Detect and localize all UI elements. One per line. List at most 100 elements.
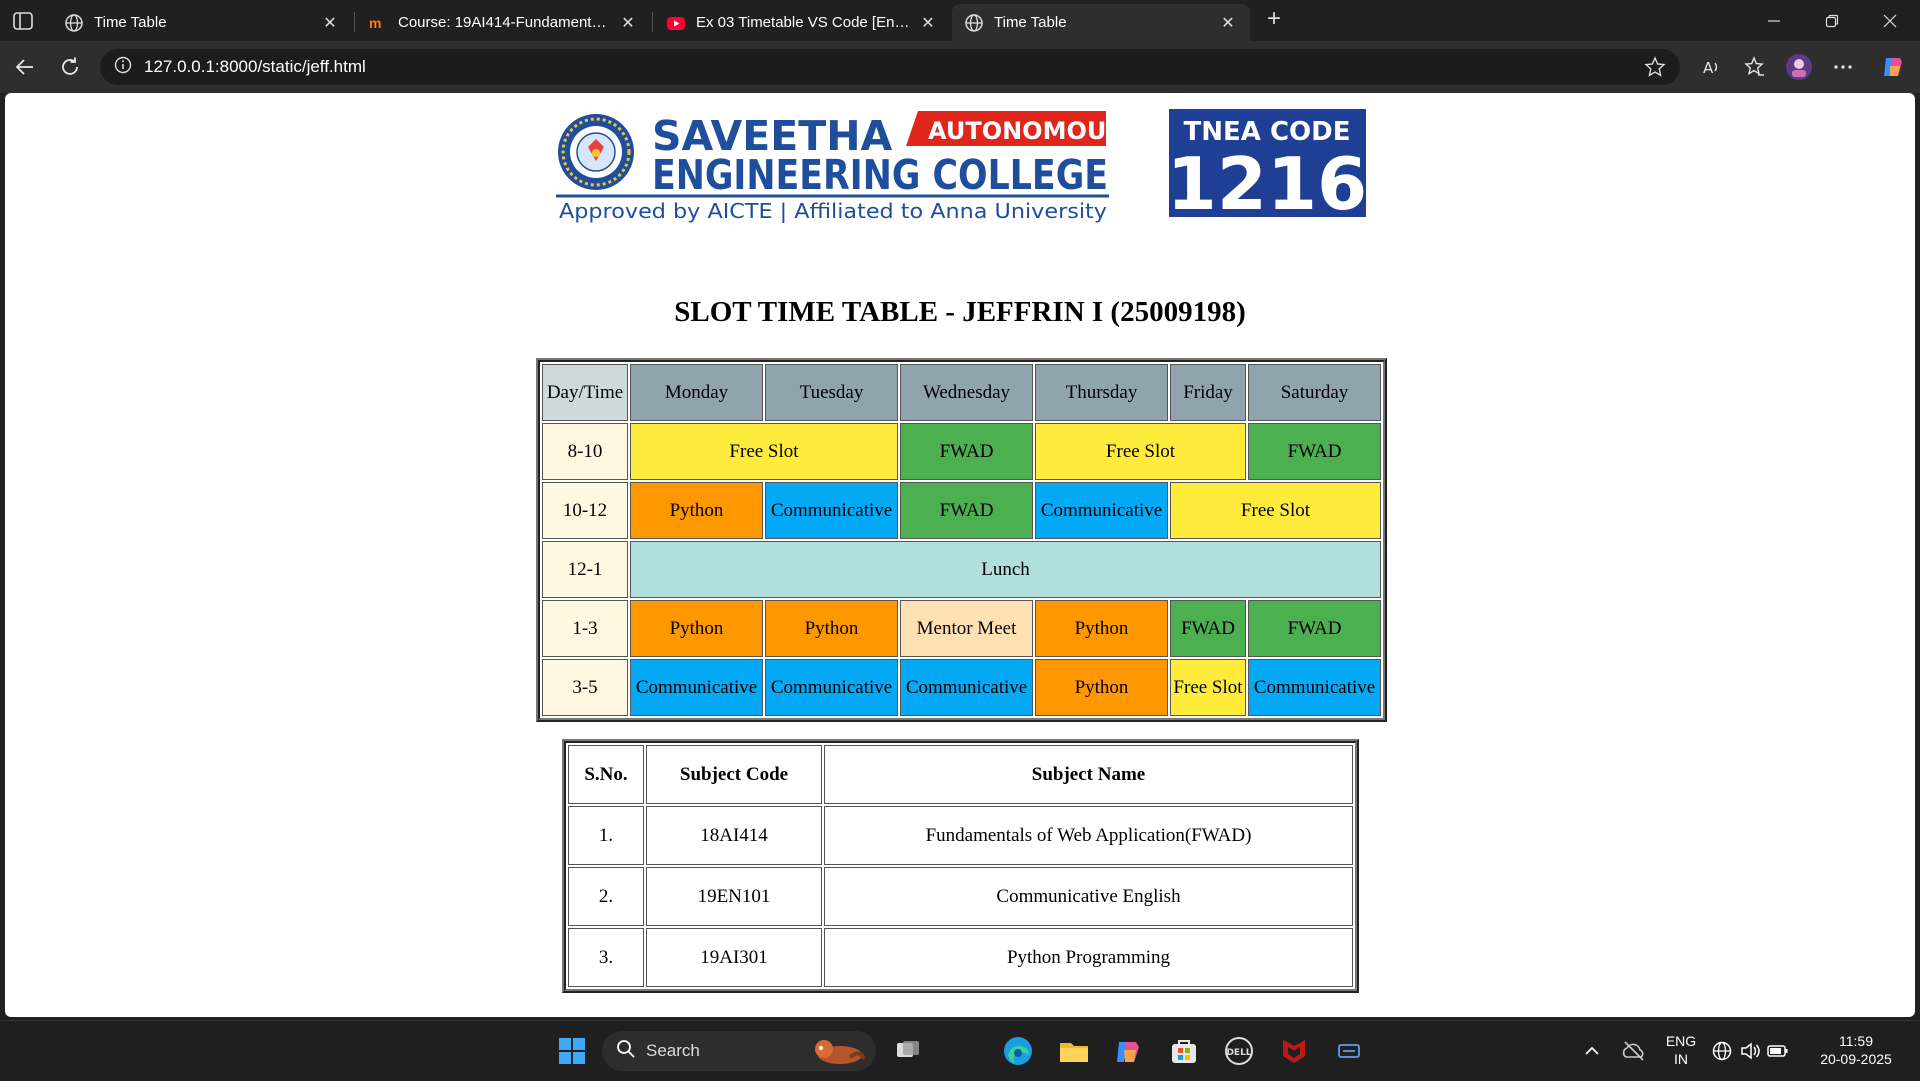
sno-cell: 2. (568, 867, 644, 926)
tab-strip: Time Table ✕ m Course: 19AI414-Fundament… (0, 0, 1920, 41)
tab-title: Time Table (94, 14, 167, 31)
autonomous-badge: AUTONOMOUS (928, 117, 1124, 145)
globe-icon (964, 13, 984, 33)
tab-title: Time Table (994, 14, 1067, 31)
clock-time: 11:59 (1839, 1033, 1873, 1049)
sidebar-toggle-icon[interactable] (12, 10, 34, 32)
svg-text:m: m (369, 15, 381, 31)
region-code: IN (1674, 1051, 1688, 1067)
tnea-code: 1216 (1167, 142, 1366, 225)
close-tab-icon[interactable]: ✕ (1218, 13, 1238, 33)
slot-cell: Python (765, 600, 898, 657)
moodle-icon: m (368, 13, 388, 33)
slot-cell: FWAD (1248, 600, 1381, 657)
favorites-icon[interactable] (1738, 50, 1772, 84)
address-bar[interactable]: 127.0.0.1:8000/static/jeff.html (100, 49, 1680, 85)
day-header-monday: Monday (630, 364, 763, 421)
time-slot: 1-3 (542, 600, 628, 657)
mcafee-icon[interactable] (1274, 1031, 1314, 1071)
slot-cell: Free Slot (1035, 423, 1246, 480)
dell-icon[interactable]: DELL (1219, 1031, 1259, 1071)
timetable-row-10-12: 10-12 Python Communicative FWAD Communic… (542, 482, 1381, 539)
close-tab-icon[interactable]: ✕ (618, 13, 638, 33)
taskbar: Search DELL ENG IN 11:59 20-09-2025 (0, 1020, 1920, 1081)
clock[interactable]: 11:59 20-09-2025 (1806, 1032, 1906, 1068)
youtube-icon (666, 13, 686, 33)
search-highlight-icon (810, 1035, 866, 1072)
college-name-line2: ENGINEERING COLLEGE (652, 151, 1108, 199)
subject-name-cell: Python Programming (824, 928, 1353, 987)
language-indicator[interactable]: ENG IN (1664, 1032, 1698, 1068)
close-window-button[interactable] (1861, 0, 1919, 41)
page-title: SLOT TIME TABLE - JEFFRIN I (25009198) (674, 296, 1246, 328)
college-seal-icon (558, 114, 634, 190)
close-tab-icon[interactable]: ✕ (320, 13, 340, 33)
tab-course[interactable]: m Course: 19AI414-Fundamentals of ✕ (356, 4, 650, 41)
file-explorer-icon[interactable] (1054, 1031, 1094, 1071)
tab-time-table-active[interactable]: Time Table ✕ (952, 4, 1250, 41)
battery-icon[interactable] (1764, 1031, 1792, 1071)
subject-code-cell: 18AI414 (646, 806, 822, 865)
sno-cell: 1. (568, 806, 644, 865)
timetable-header-row: Day/Time Monday Tuesday Wednesday Thursd… (542, 364, 1381, 421)
subject-code-cell: 19EN101 (646, 867, 822, 926)
slot-cell: Python (1035, 659, 1168, 716)
time-slot: 8-10 (542, 423, 628, 480)
subject-code-header: Subject Code (646, 745, 822, 804)
task-view-icon[interactable] (888, 1031, 928, 1071)
svg-text:DELL: DELL (1226, 1048, 1251, 1058)
tab-youtube[interactable]: Ex 03 Timetable VS Code [English ✕ (654, 4, 950, 41)
copilot-app-icon[interactable] (1108, 1031, 1148, 1071)
day-header-thursday: Thursday (1035, 364, 1168, 421)
day-header-wednesday: Wednesday (900, 364, 1033, 421)
subject-name-cell: Fundamentals of Web Application(FWAD) (824, 806, 1353, 865)
close-tab-icon[interactable]: ✕ (918, 13, 938, 33)
chevron-up-icon[interactable] (1572, 1031, 1612, 1071)
vscode-icon[interactable] (1329, 1031, 1369, 1071)
refresh-button[interactable] (53, 50, 87, 84)
profile-avatar[interactable] (1782, 50, 1816, 84)
time-slot: 10-12 (542, 482, 628, 539)
slot-cell: Free Slot (630, 423, 898, 480)
new-tab-button[interactable]: + (1262, 7, 1286, 32)
favorite-star-icon[interactable] (1644, 56, 1666, 83)
read-aloud-icon[interactable]: A (1694, 50, 1728, 84)
site-info-icon[interactable] (114, 56, 132, 79)
tab-title: Ex 03 Timetable VS Code [English (696, 14, 910, 31)
time-slot: 3-5 (542, 659, 628, 716)
tab-time-table-1[interactable]: Time Table ✕ (52, 4, 352, 41)
table-row: 3. 19AI301 Python Programming (568, 928, 1353, 987)
windows-start-icon[interactable] (552, 1031, 592, 1071)
timetable: Day/Time Monday Tuesday Wednesday Thursd… (536, 358, 1387, 722)
edge-icon[interactable] (998, 1031, 1038, 1071)
day-header-tuesday: Tuesday (765, 364, 898, 421)
store-icon[interactable] (1164, 1031, 1204, 1071)
volume-icon[interactable] (1736, 1031, 1764, 1071)
tab-title: Course: 19AI414-Fundamentals of (398, 14, 610, 31)
copilot-icon[interactable] (1876, 50, 1910, 84)
college-logo: SAVEETHA AUTONOMOUS ENGINEERING COLLEGE … (556, 109, 1367, 226)
minimize-button[interactable] (1745, 0, 1803, 41)
taskbar-search[interactable]: Search (602, 1031, 876, 1071)
slot-cell: Free Slot (1170, 482, 1381, 539)
sno-cell: 3. (568, 928, 644, 987)
onedrive-icon[interactable] (1614, 1031, 1654, 1071)
table-row: 2. 19EN101 Communicative English (568, 867, 1353, 926)
time-slot: 12-1 (542, 541, 628, 598)
restore-button[interactable] (1803, 0, 1861, 41)
subject-name-cell: Communicative English (824, 867, 1353, 926)
subjects-table: S.No. Subject Code Subject Name 1. 18AI4… (562, 739, 1359, 993)
slot-cell: FWAD (900, 423, 1033, 480)
globe-icon (64, 13, 84, 33)
subject-code-cell: 19AI301 (646, 928, 822, 987)
timetable-row-8-10: 8-10 Free Slot FWAD Free Slot FWAD (542, 423, 1381, 480)
slot-cell: Mentor Meet (900, 600, 1033, 657)
slot-cell: Communicative (900, 659, 1033, 716)
more-options-icon[interactable] (1826, 50, 1860, 84)
slot-cell: Communicative (765, 482, 898, 539)
network-icon[interactable] (1708, 1031, 1736, 1071)
back-button[interactable] (8, 50, 42, 84)
subjects-header-row: S.No. Subject Code Subject Name (568, 745, 1353, 804)
subject-name-header: Subject Name (824, 745, 1353, 804)
slot-cell: Communicative (1248, 659, 1381, 716)
